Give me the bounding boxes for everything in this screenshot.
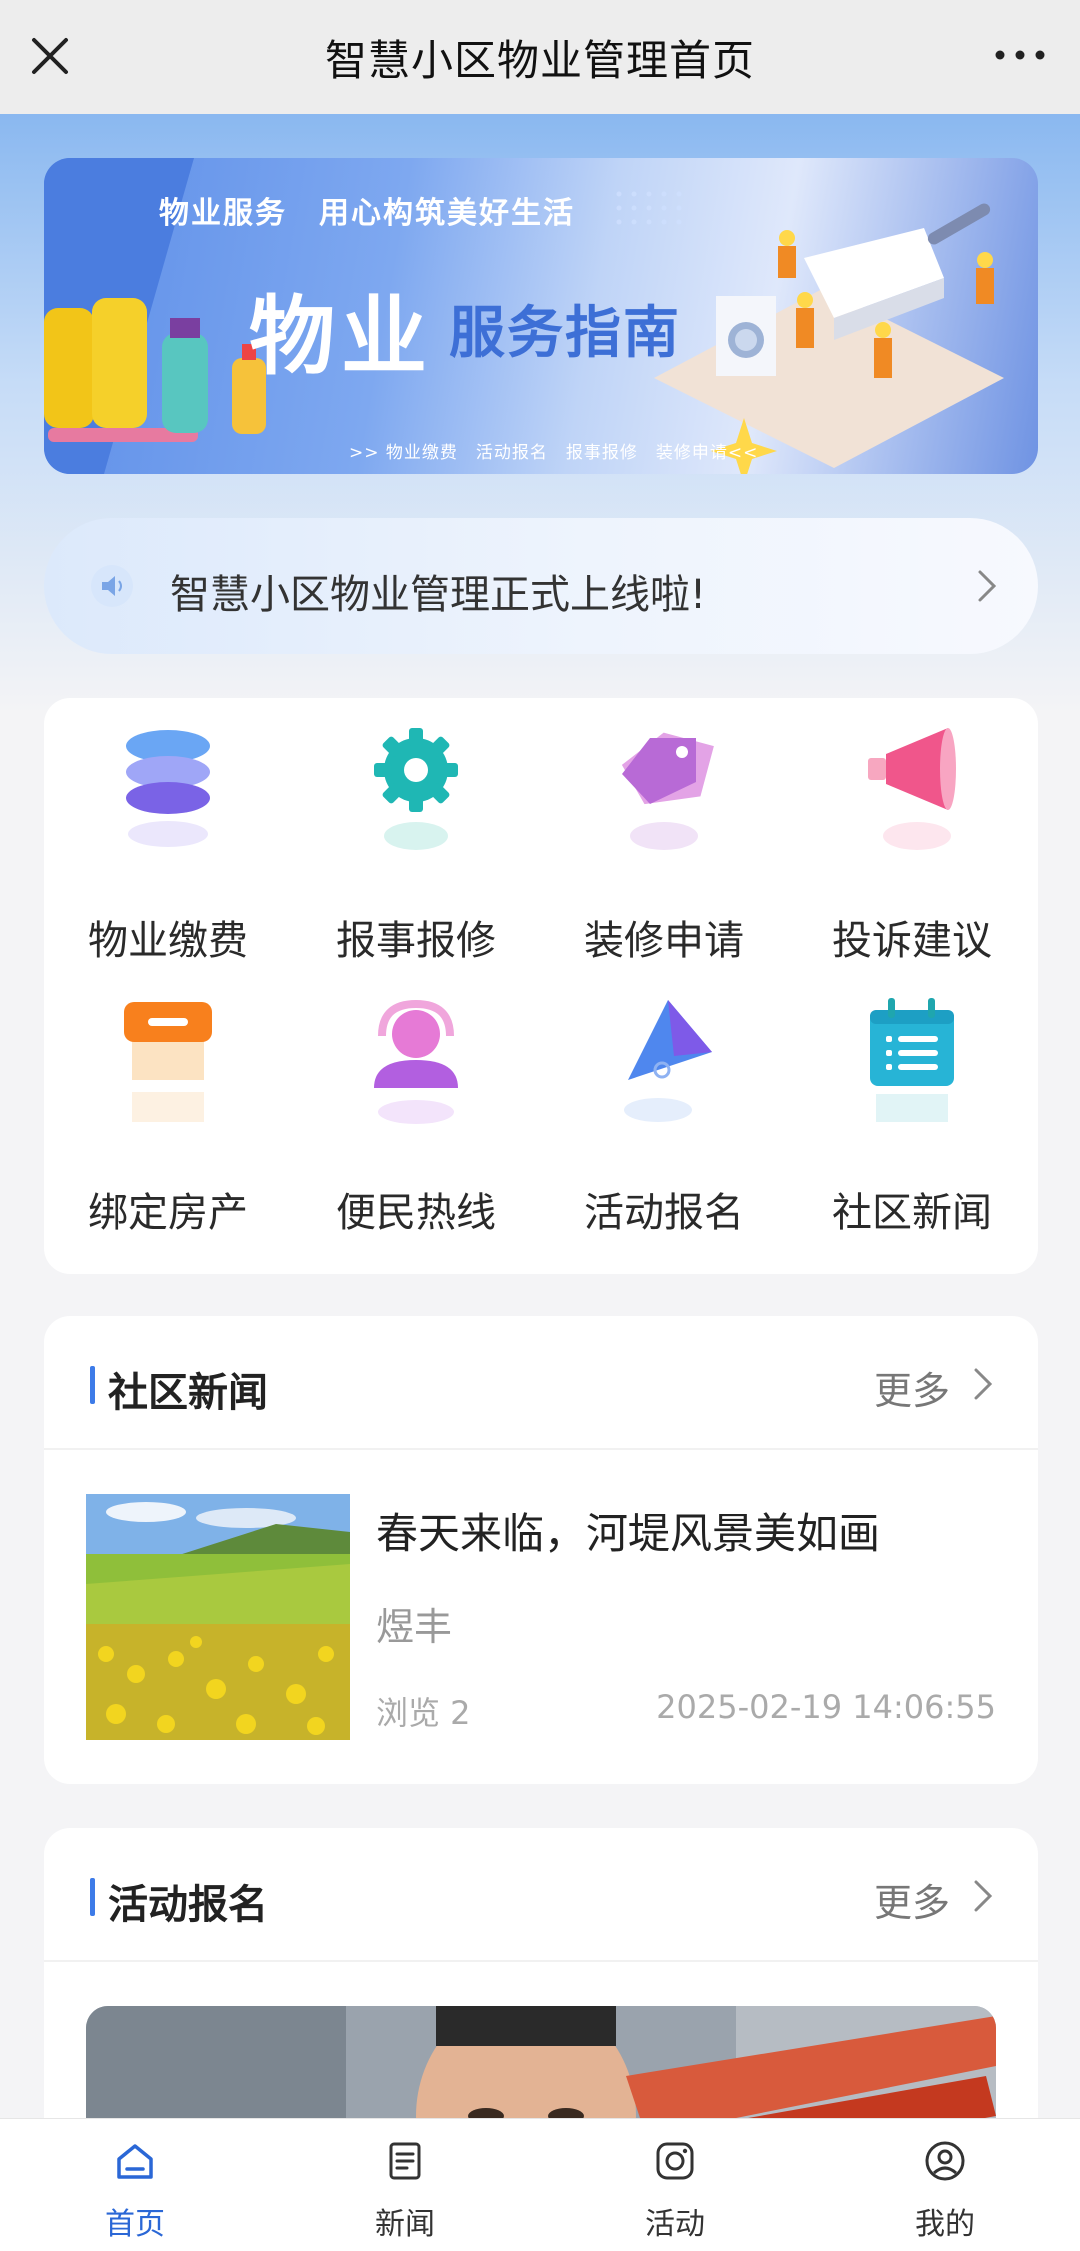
tag-icon bbox=[621, 732, 714, 850]
bottom-navigation: 首页 新闻 活动 我的 bbox=[0, 2118, 1080, 2251]
document-icon bbox=[389, 2142, 421, 2180]
service-label: 活动报名 bbox=[584, 1190, 744, 1236]
service-activity-signup[interactable]: 活动报名 bbox=[540, 970, 788, 1240]
nav-label: 活动 bbox=[645, 2207, 705, 2242]
home-icon bbox=[117, 2144, 153, 2179]
banner-subheadline: 服务指南 bbox=[449, 301, 681, 366]
nav-label: 新闻 bbox=[375, 2207, 435, 2242]
news-title[interactable]: 春天来临，河堤风景美如画 bbox=[376, 1500, 880, 1561]
chevron-right-icon[interactable] bbox=[972, 1878, 994, 1914]
shop-icon bbox=[124, 1002, 212, 1122]
news-thumbnail[interactable] bbox=[86, 1494, 350, 1740]
calendar-icon bbox=[870, 998, 954, 1122]
chevron-right-icon[interactable] bbox=[972, 1366, 994, 1402]
banner-links: >> 物业缴费 活动报名 报事报修 装修申请<< bbox=[349, 443, 759, 463]
section-title: 活动报名 bbox=[108, 1882, 268, 1928]
nav-mine[interactable]: 我的 bbox=[810, 2119, 1080, 2251]
section-header: 活动报名 更多 bbox=[44, 1828, 1038, 1962]
nav-label: 我的 bbox=[915, 2207, 975, 2242]
service-label: 投诉建议 bbox=[832, 918, 992, 964]
more-link[interactable]: 更多 bbox=[874, 1872, 950, 1927]
database-icon bbox=[126, 730, 210, 847]
service-guide-banner[interactable]: 物业服务 用心构筑美好生活 物业 服务指南 >> 物业缴费 活动报名 报事报修 … bbox=[44, 158, 1038, 474]
section-accent-bar bbox=[90, 1878, 95, 1916]
speaker-icon bbox=[91, 565, 133, 607]
service-complaint[interactable]: 投诉建议 bbox=[788, 698, 1036, 968]
service-repair[interactable]: 报事报修 bbox=[292, 698, 540, 968]
banner-tagline: 物业服务 用心构筑美好生活 bbox=[159, 196, 575, 231]
news-views: 浏览 2 bbox=[376, 1694, 471, 1732]
nav-home[interactable]: 首页 bbox=[0, 2119, 270, 2251]
service-label: 社区新闻 bbox=[832, 1190, 992, 1236]
service-hotline[interactable]: 便民热线 bbox=[292, 970, 540, 1240]
headset-icon bbox=[374, 999, 458, 1124]
page-title: 智慧小区物业管理首页 bbox=[324, 35, 755, 85]
service-label: 便民热线 bbox=[336, 1190, 496, 1236]
nav-news[interactable]: 新闻 bbox=[270, 2119, 540, 2251]
nav-activity[interactable]: 活动 bbox=[540, 2119, 810, 2251]
notice-text: 智慧小区物业管理正式上线啦! bbox=[170, 572, 707, 618]
news-date: 2025-02-19 14:06:55 bbox=[656, 1688, 996, 1726]
notice-bar[interactable]: 智慧小区物业管理正式上线啦! bbox=[44, 518, 1038, 654]
chevron-right-icon bbox=[978, 570, 997, 602]
close-icon[interactable] bbox=[28, 34, 72, 78]
service-label: 物业缴费 bbox=[88, 918, 248, 964]
more-options-icon[interactable] bbox=[990, 40, 1050, 70]
flag-icon bbox=[624, 1000, 712, 1122]
title-bar: 智慧小区物业管理首页 bbox=[0, 0, 1080, 114]
service-property-fee[interactable]: 物业缴费 bbox=[44, 698, 292, 968]
service-grid: 物业缴费 报事报修 装修申请 投诉建议 绑定房产 便民热线 活动报名 社区新闻 bbox=[44, 698, 1038, 1274]
section-header: 社区新闻 更多 bbox=[44, 1316, 1038, 1450]
megaphone-icon bbox=[868, 728, 956, 850]
service-label: 装修申请 bbox=[584, 918, 744, 964]
service-bind-property[interactable]: 绑定房产 bbox=[44, 970, 292, 1240]
banner-headline: 物业 bbox=[249, 287, 433, 387]
news-section: 社区新闻 更多 春天来临，河堤风景美如画 煜丰 浏览 2 2025-02-19 … bbox=[44, 1316, 1038, 1784]
nav-label: 首页 bbox=[105, 2207, 165, 2242]
news-author: 煜丰 bbox=[376, 1605, 453, 1649]
section-accent-bar bbox=[90, 1366, 95, 1404]
service-label: 绑定房产 bbox=[88, 1190, 248, 1236]
more-link[interactable]: 更多 bbox=[874, 1360, 950, 1415]
service-label: 报事报修 bbox=[336, 918, 496, 964]
section-title: 社区新闻 bbox=[108, 1370, 268, 1416]
service-community-news[interactable]: 社区新闻 bbox=[788, 970, 1036, 1240]
user-icon bbox=[925, 2141, 965, 2181]
service-renovation[interactable]: 装修申请 bbox=[540, 698, 788, 968]
camera-icon bbox=[656, 2142, 694, 2180]
gear-icon bbox=[374, 728, 458, 850]
